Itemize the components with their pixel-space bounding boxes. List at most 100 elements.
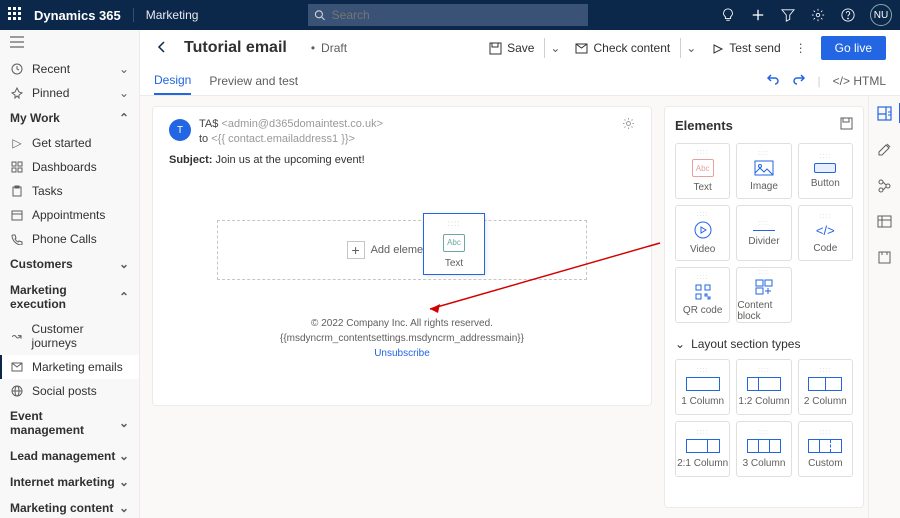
tile-label: Code: [813, 243, 837, 254]
nav-customers[interactable]: Customers⌄: [0, 251, 139, 277]
tile-code[interactable]: ::::</>Code: [798, 205, 853, 261]
nav-label: Social posts: [32, 384, 97, 398]
html-label: HTML: [853, 74, 886, 88]
search-icon: [314, 9, 325, 21]
settings-icon[interactable]: [810, 7, 826, 23]
nav-getstarted[interactable]: ▷Get started: [0, 131, 139, 155]
back-button[interactable]: [154, 39, 170, 58]
lightbulb-icon[interactable]: [720, 7, 736, 23]
tile-label: Text: [693, 182, 711, 193]
nav-appointments[interactable]: Appointments: [0, 203, 139, 227]
tile-image[interactable]: ::::Image: [736, 143, 791, 199]
tab-preview[interactable]: Preview and test: [209, 68, 298, 94]
layout-icon: [686, 377, 720, 391]
nav-label: Event management: [10, 409, 119, 437]
nav-leadmgmt[interactable]: Lead management⌄: [0, 443, 139, 469]
layout-custom[interactable]: ::::Custom: [798, 421, 853, 477]
subject-value: Join us at the upcoming event!: [215, 154, 364, 166]
save-split[interactable]: ⌄: [544, 38, 565, 58]
global-search[interactable]: [308, 4, 588, 26]
nav-marketingemails[interactable]: Marketing emails: [0, 355, 139, 379]
subject-line[interactable]: Subject: Join us at the upcoming event!: [169, 154, 635, 166]
check-content-button[interactable]: Check content: [569, 37, 676, 59]
tile-divider[interactable]: ::::Divider: [736, 205, 791, 261]
nav-label: Marketing execution: [10, 283, 119, 311]
to-label: to: [199, 133, 208, 145]
search-input[interactable]: [332, 8, 583, 22]
image-icon: [754, 160, 774, 176]
tile-label: Content block: [737, 300, 790, 322]
separator: |: [818, 74, 821, 88]
nav-label: My Work: [10, 111, 60, 125]
tile-label: Image: [750, 181, 778, 192]
nav-internetmkt[interactable]: Internet marketing⌄: [0, 469, 139, 495]
pin-icon: [10, 86, 24, 100]
add-icon[interactable]: [750, 7, 766, 23]
undo-button[interactable]: [766, 72, 780, 89]
tile-button[interactable]: ::::Button: [798, 143, 853, 199]
layout-icon: [747, 439, 781, 453]
layout-21col[interactable]: ::::2:1 Column: [675, 421, 730, 477]
tile-video[interactable]: ::::Video: [675, 205, 730, 261]
phone-icon: [10, 232, 24, 246]
layout-12col[interactable]: ::::1:2 Column: [736, 359, 791, 415]
chevron-down-icon: ⌄: [119, 257, 129, 271]
save-button[interactable]: Save: [483, 37, 540, 59]
text-icon: Abc: [692, 159, 714, 177]
tile-qr[interactable]: ::::QR code: [675, 267, 730, 323]
rail-history-icon[interactable]: [877, 214, 892, 232]
nav-socialposts[interactable]: Social posts: [0, 379, 139, 403]
test-send-button[interactable]: Test send: [705, 37, 786, 59]
filter-icon[interactable]: [780, 7, 796, 23]
chevron-down-icon: ⌄: [119, 501, 129, 515]
tile-label: Custom: [808, 458, 842, 469]
html-toggle[interactable]: </> HTML: [833, 74, 886, 88]
layout-icon: [808, 439, 842, 453]
rail-links-icon[interactable]: [877, 178, 892, 196]
nav-mktcontent[interactable]: Marketing content⌄: [0, 495, 139, 518]
hamburger-icon[interactable]: [0, 30, 139, 57]
tile-label: 1 Column: [681, 396, 724, 407]
footer-address-token: {{msdyncrm_contentsettings.msdyncrm_addr…: [169, 331, 635, 346]
video-icon: [694, 221, 712, 239]
tile-text[interactable]: ::::AbcText: [675, 143, 730, 199]
nav-mywork[interactable]: My Work⌃: [0, 105, 139, 131]
module-name: Marketing: [133, 8, 199, 22]
rail-elements-icon[interactable]: [877, 106, 892, 124]
nav-customerjourneys[interactable]: ↝Customer journeys: [0, 317, 139, 355]
nav-tasks[interactable]: Tasks: [0, 179, 139, 203]
tile-content-block[interactable]: ::::Content block: [736, 267, 791, 323]
button-icon: [814, 163, 836, 173]
header-settings-icon[interactable]: [622, 117, 635, 133]
clipboard-icon: [10, 184, 24, 198]
help-icon[interactable]: [840, 7, 856, 23]
nav-recent[interactable]: Recent⌄: [0, 57, 139, 81]
more-commands[interactable]: ⋮: [791, 41, 811, 55]
user-avatar[interactable]: NU: [870, 4, 892, 26]
nav-pinned[interactable]: Pinned⌄: [0, 81, 139, 105]
rail-settings-icon[interactable]: [877, 250, 892, 268]
app-launcher[interactable]: [8, 7, 24, 23]
nav-marketingexec[interactable]: Marketing execution⌃: [0, 277, 139, 317]
nav-dashboards[interactable]: Dashboards: [0, 155, 139, 179]
nav-phonecalls[interactable]: Phone Calls: [0, 227, 139, 251]
tab-design[interactable]: Design: [154, 67, 191, 95]
go-live-button[interactable]: Go live: [821, 36, 886, 60]
dragging-text-tile[interactable]: :::: Abc Text: [423, 213, 485, 275]
layout-1col[interactable]: ::::1 Column: [675, 359, 730, 415]
drop-zone[interactable]: + Add element here :::: Abc Text: [217, 220, 587, 280]
rail-styles-icon[interactable]: [877, 142, 892, 160]
redo-button[interactable]: [792, 72, 806, 89]
tile-label: Text: [445, 258, 463, 269]
add-element-icon[interactable]: +: [347, 241, 365, 259]
layout-2col[interactable]: ::::2 Column: [798, 359, 853, 415]
check-split[interactable]: ⌄: [680, 38, 701, 58]
nav-eventmgmt[interactable]: Event management⌄: [0, 403, 139, 443]
chevron-down-icon: ⌄: [675, 337, 685, 351]
subject-label: Subject:: [169, 154, 212, 166]
panel-save-icon[interactable]: [840, 117, 853, 133]
unsubscribe-link[interactable]: Unsubscribe: [374, 348, 430, 359]
layout-section-header[interactable]: ⌄Layout section types: [675, 337, 853, 351]
email-canvas[interactable]: T TA$ <admin@d365domaintest.co.uk> to <{…: [152, 106, 652, 406]
layout-3col[interactable]: ::::3 Column: [736, 421, 791, 477]
